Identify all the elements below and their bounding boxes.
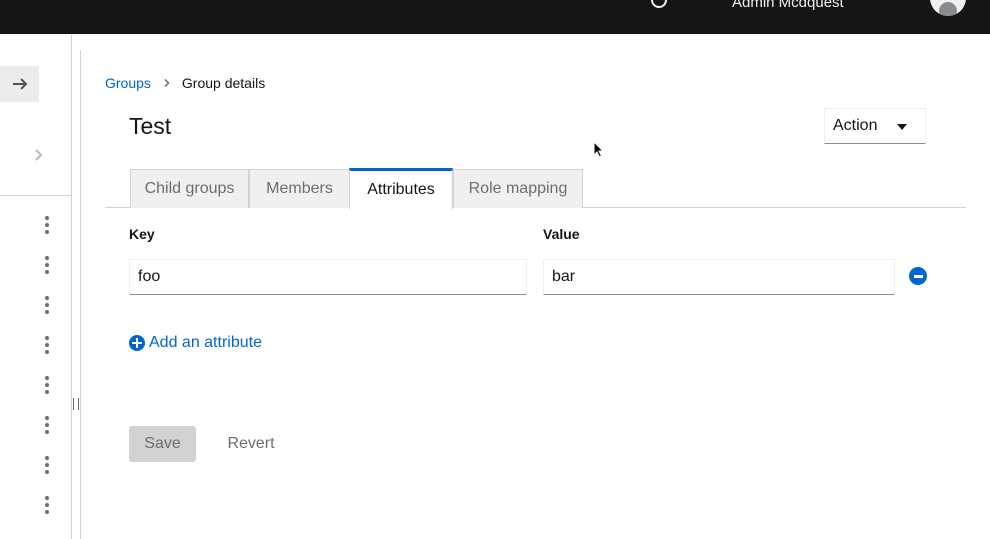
tab-attributes[interactable]: Attributes [349, 168, 453, 209]
breadcrumb-groups-link[interactable]: Groups [105, 75, 151, 91]
user-menu[interactable]: Admin Mcdquest [732, 0, 844, 12]
value-column-header: Value [543, 226, 580, 242]
kebab-icon[interactable] [42, 336, 52, 354]
collapse-tree-button[interactable] [0, 66, 39, 102]
group-tree-panel [0, 34, 72, 539]
page-title: Test [129, 113, 172, 139]
kebab-icon[interactable] [42, 216, 52, 234]
tab-bar: Child groups Members Attributes Role map… [105, 168, 966, 209]
revert-button[interactable]: Revert [212, 426, 290, 462]
breadcrumb-current: Group details [181, 75, 266, 91]
masthead: Admin Mcdquest [0, 0, 990, 34]
kebab-icon[interactable] [42, 456, 52, 474]
plus-circle-icon [129, 335, 145, 351]
breadcrumb: Groups Group details [105, 75, 265, 91]
mouse-cursor-icon [593, 141, 605, 158]
attribute-value-input[interactable] [543, 259, 895, 295]
save-button[interactable]: Save [129, 426, 196, 462]
add-attribute-label: Add an attribute [149, 334, 262, 351]
kebab-icon[interactable] [42, 496, 52, 514]
tab-members[interactable]: Members [249, 169, 350, 208]
kebab-icon[interactable] [42, 376, 52, 394]
help-icon[interactable] [651, 0, 667, 8]
caret-down-icon [897, 124, 907, 130]
action-dropdown[interactable]: Action [824, 108, 926, 144]
key-column-header: Key [129, 226, 155, 242]
chevron-right-icon[interactable] [31, 147, 47, 163]
kebab-icon[interactable] [42, 416, 52, 434]
avatar[interactable] [930, 0, 966, 16]
kebab-icon[interactable] [42, 256, 52, 274]
divider [0, 195, 72, 196]
divider [80, 50, 81, 539]
tab-child-groups[interactable]: Child groups [130, 169, 249, 208]
arrow-right-icon [12, 78, 27, 90]
chevron-right-icon [164, 79, 170, 87]
action-dropdown-label: Action [833, 117, 878, 134]
tab-role-mapping[interactable]: Role mapping [453, 169, 583, 208]
remove-attribute-icon[interactable] [909, 267, 927, 285]
resize-handle[interactable] [73, 398, 79, 410]
add-attribute-button[interactable]: Add an attribute [129, 334, 262, 352]
kebab-icon[interactable] [42, 296, 52, 314]
attribute-key-input[interactable] [129, 259, 527, 295]
